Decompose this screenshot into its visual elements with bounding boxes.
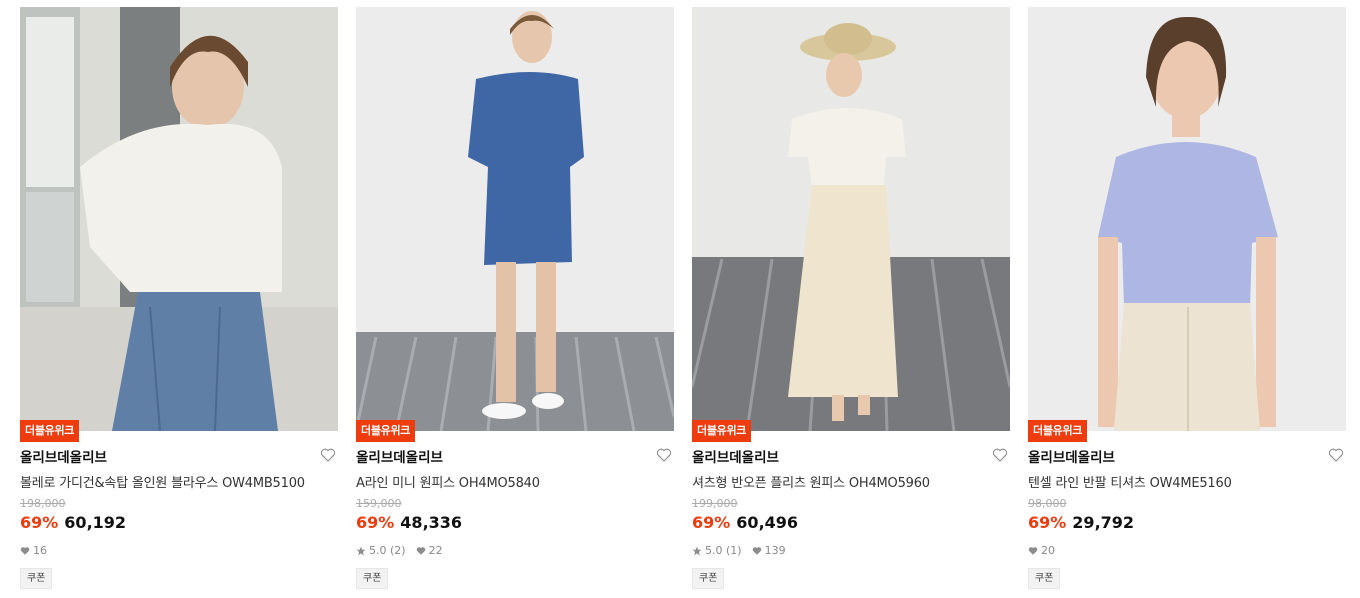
coupon-tag: 쿠폰 [1028, 568, 1061, 589]
sale-price: 60,192 [64, 513, 127, 532]
product-name[interactable]: 셔츠형 반오픈 플리츠 원피스 OH4MO5960 [692, 472, 930, 491]
review-count: (2) [390, 544, 406, 557]
product-image[interactable] [356, 7, 674, 431]
product-card[interactable]: 더블유위크 올리브데올리브 볼레로 가디건&속탑 올인원 블라우스 OW4MB5… [20, 7, 338, 598]
product-card[interactable]: 더블유위크 올리브데올리브 텐셀 라인 반팔 티셔츠 OW4ME5160 98,… [1028, 7, 1346, 598]
product-stats: 20 [1028, 544, 1065, 557]
product-image[interactable] [692, 7, 1010, 431]
star-icon [692, 546, 702, 555]
heart-outline-icon[interactable] [320, 447, 336, 463]
heart-outline-icon[interactable] [992, 447, 1008, 463]
coupon-tag: 쿠폰 [356, 568, 389, 589]
discount-rate: 69% [692, 513, 731, 532]
product-name[interactable]: A라인 미니 원피스 OH4MO5840 [356, 472, 540, 491]
original-price: 159,000 [356, 497, 402, 510]
original-price: 98,000 [1028, 497, 1067, 510]
likes-value: 16 [33, 544, 47, 557]
brand-name[interactable]: 올리브데올리브 [692, 446, 779, 466]
star-icon [356, 546, 366, 555]
discount-rate: 69% [20, 513, 59, 532]
rating: 5.0 (1) [692, 544, 742, 557]
promo-badge: 더블유위크 [692, 420, 752, 442]
likes-value: 20 [1041, 544, 1055, 557]
price-row: 69% 29,792 [1028, 513, 1134, 532]
product-card[interactable]: 더블유위크 올리브데올리브 A라인 미니 원피스 OH4MO5840 159,0… [356, 7, 674, 598]
brand-name[interactable]: 올리브데올리브 [20, 446, 107, 466]
heart-filled-icon [20, 546, 30, 555]
brand-name[interactable]: 올리브데올리브 [1028, 446, 1115, 466]
product-card[interactable]: 더블유위크 올리브데올리브 셔츠형 반오픈 플리츠 원피스 OH4MO5960 … [692, 7, 1010, 598]
price-row: 69% 48,336 [356, 513, 462, 532]
heart-filled-icon [752, 546, 761, 555]
promo-badge: 더블유위크 [1028, 420, 1088, 442]
likes-count: 16 [20, 544, 47, 557]
heart-outline-icon[interactable] [656, 447, 672, 463]
promo-badge: 더블유위크 [356, 420, 416, 442]
likes-count: 22 [416, 544, 443, 557]
promo-badge: 더블유위크 [20, 420, 80, 442]
likes-value: 139 [764, 544, 786, 557]
review-count: (1) [726, 544, 742, 557]
heart-filled-icon [416, 546, 425, 555]
product-stats: 16 [20, 544, 57, 557]
rating: 5.0 (2) [356, 544, 406, 557]
coupon-tag: 쿠폰 [692, 568, 725, 589]
product-name[interactable]: 볼레로 가디건&속탑 올인원 블라우스 OW4MB5100 [20, 472, 305, 491]
original-price: 198,000 [20, 497, 66, 510]
likes-count: 139 [752, 544, 786, 557]
product-stats: 5.0 (2) 22 [356, 544, 453, 557]
sale-price: 60,496 [736, 513, 799, 532]
product-image[interactable] [1028, 7, 1346, 431]
product-grid: 더블유위크 올리브데올리브 볼레로 가디건&속탑 올인원 블라우스 OW4MB5… [20, 7, 1346, 598]
coupon-tag: 쿠폰 [20, 568, 53, 589]
product-name[interactable]: 텐셀 라인 반팔 티셔츠 OW4ME5160 [1028, 472, 1232, 491]
product-stats: 5.0 (1) 139 [692, 544, 796, 557]
price-row: 69% 60,496 [692, 513, 798, 532]
rating-value: 5.0 [705, 544, 723, 557]
price-row: 69% 60,192 [20, 513, 126, 532]
heart-filled-icon [1028, 546, 1038, 555]
product-image[interactable] [20, 7, 338, 431]
brand-name[interactable]: 올리브데올리브 [356, 446, 443, 466]
likes-value: 22 [428, 544, 443, 557]
likes-count: 20 [1028, 544, 1055, 557]
discount-rate: 69% [356, 513, 395, 532]
heart-outline-icon[interactable] [1328, 447, 1344, 463]
discount-rate: 69% [1028, 513, 1067, 532]
sale-price: 29,792 [1072, 513, 1135, 532]
rating-value: 5.0 [369, 544, 387, 557]
sale-price: 48,336 [400, 513, 463, 532]
original-price: 199,000 [692, 497, 738, 510]
